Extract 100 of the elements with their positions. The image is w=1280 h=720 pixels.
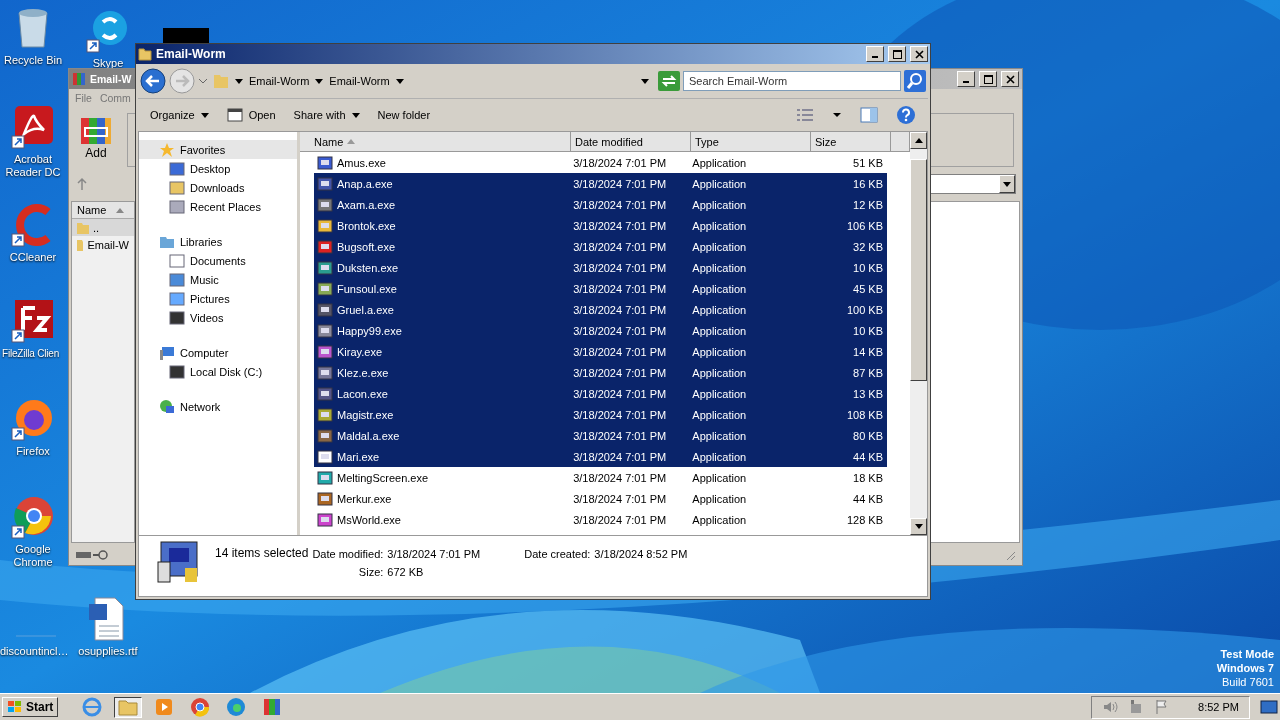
desktop-icon-label[interactable]: Google Chrome <box>0 543 66 569</box>
file-row[interactable]: MsWorld.exe 3/18/2024 7:01 PM Application 128 KB <box>314 509 887 530</box>
taskbar-button[interactable] <box>114 696 143 718</box>
application-icon <box>317 343 333 360</box>
application-icon <box>317 448 333 465</box>
nav-item[interactable]: Computer <box>139 343 297 362</box>
star-icon <box>159 141 175 158</box>
minimize-button[interactable] <box>957 71 975 87</box>
nav-item[interactable]: Desktop <box>139 159 297 178</box>
file-row[interactable]: Lacon.exe 3/18/2024 7:01 PM Application 13 KB <box>314 383 887 404</box>
file-name: Merkur.exe <box>337 492 392 505</box>
back-button[interactable] <box>140 68 166 94</box>
nav-item[interactable]: Libraries <box>139 232 297 251</box>
nav-item[interactable]: Recent Places <box>139 197 297 216</box>
file-name[interactable]: Email-W <box>87 238 129 251</box>
caret-icon[interactable] <box>315 78 324 84</box>
caret-icon[interactable] <box>235 78 243 84</box>
file-row[interactable]: Klez.e.exe 3/18/2024 7:01 PM Application 87 KB <box>314 362 887 383</box>
add-button[interactable]: Add <box>75 114 117 162</box>
file-row[interactable]: Bugsoft.exe 3/18/2024 7:01 PM Application 32 KB <box>314 236 887 257</box>
file-row[interactable]: Funsoul.exe 3/18/2024 7:01 PM Application 45 KB <box>314 278 887 299</box>
menu-button[interactable]: Share with <box>293 109 360 121</box>
file-row[interactable]: Duksten.exe 3/18/2024 7:01 PM Application 10 KB <box>314 257 887 278</box>
scroll-up-icon[interactable] <box>914 138 923 143</box>
nav-item[interactable]: Favorites <box>139 140 297 159</box>
file-name[interactable]: .. <box>93 221 100 234</box>
application-icon <box>317 217 333 234</box>
nav-item[interactable]: Documents <box>139 251 297 270</box>
toolbar-button[interactable]: Open <box>226 108 276 122</box>
desktop-icon-label[interactable]: Skype <box>92 57 124 70</box>
nav-item[interactable]: Downloads <box>139 178 297 197</box>
file-row[interactable]: Kiray.exe 3/18/2024 7:01 PM Application 14 KB <box>314 341 887 362</box>
application-icon <box>317 175 333 192</box>
column-header[interactable]: Type <box>691 132 811 152</box>
drive-key-icon[interactable] <box>75 549 111 561</box>
type-cell: Application <box>692 324 747 337</box>
desktop-icon-label[interactable]: discountincl… <box>0 645 66 658</box>
file-row[interactable]: Anap.a.exe 3/18/2024 7:01 PM Application 16 KB <box>314 173 887 194</box>
caret-icon[interactable] <box>641 78 649 84</box>
maximize-button[interactable] <box>888 46 906 62</box>
vertical-scrollbar[interactable] <box>910 132 927 535</box>
caret-icon[interactable] <box>832 112 842 118</box>
dropdown-button[interactable] <box>999 175 1015 193</box>
type-cell: Application <box>692 387 747 400</box>
show-desktop-button[interactable] <box>1260 699 1278 715</box>
app-shortcut-icon[interactable] <box>10 494 56 540</box>
file-row[interactable]: Mari.exe 3/18/2024 7:01 PM Application 44 KB <box>314 446 887 467</box>
start-button[interactable]: Start <box>2 697 59 717</box>
nav-item[interactable]: Network <box>139 397 297 416</box>
desktop-icon-label[interactable]: Firefox <box>16 445 50 458</box>
nav-item[interactable]: Videos <box>139 308 297 327</box>
toolbar-button[interactable]: New folder <box>377 109 431 121</box>
nav-item[interactable]: Music <box>139 270 297 289</box>
maximize-icon <box>983 74 993 84</box>
desktop-icon-label[interactable]: Acrobat Reader DC <box>0 153 66 179</box>
breadcrumb-item[interactable]: Email-Worm <box>249 75 310 87</box>
refresh-button[interactable] <box>658 71 680 91</box>
file-name: Maldal.a.exe <box>337 429 400 442</box>
desktop-icon-label[interactable]: Recycle Bin <box>3 54 63 67</box>
application-icon <box>317 364 333 381</box>
breadcrumb-item[interactable]: Email-Worm <box>329 75 390 87</box>
file-name: Funsoul.exe <box>337 282 397 295</box>
caret-icon[interactable] <box>395 78 404 84</box>
file-row[interactable]: Magistr.exe 3/18/2024 7:01 PM Application 108 KB <box>314 404 887 425</box>
file-row[interactable]: Gruel.a.exe 3/18/2024 7:01 PM Application 100 KB <box>314 299 887 320</box>
close-button[interactable] <box>1001 71 1019 87</box>
address-combo[interactable] <box>930 174 1016 194</box>
column-header[interactable]: Size <box>811 132 891 152</box>
file-name: MsWorld.exe <box>337 513 401 526</box>
nav-item[interactable]: Pictures <box>139 289 297 308</box>
size-cell: 12 KB <box>853 198 883 211</box>
menu-button[interactable]: Organize <box>150 109 209 121</box>
file-row[interactable]: Axam.a.exe 3/18/2024 7:01 PM Application 12 KB <box>314 194 887 215</box>
column-header[interactable]: Date modified <box>571 132 691 152</box>
app-shortcut-icon[interactable] <box>10 104 56 150</box>
file-row[interactable]: Amus.exe 3/18/2024 7:01 PM Application 51 KB <box>314 152 887 173</box>
file-row[interactable]: Happy99.exe 3/18/2024 7:01 PM Application 10 KB <box>314 320 887 341</box>
column-header[interactable]: Name <box>72 202 134 219</box>
file-row[interactable]: MeltingScreen.exe 3/18/2024 7:01 PM Application 18 KB <box>314 467 887 488</box>
help-icon[interactable] <box>896 105 916 125</box>
search-field[interactable]: Search Email-Worm <box>683 71 901 91</box>
type-cell: Application <box>692 345 747 358</box>
size-cell: 51 KB <box>853 156 883 169</box>
search-icon[interactable] <box>904 70 926 92</box>
desktop-icon-label[interactable]: osupplies.rtf <box>78 645 138 658</box>
file-row[interactable]: Maldal.a.exe 3/18/2024 7:01 PM Application 80 KB <box>314 425 887 446</box>
maximize-button[interactable] <box>979 71 997 87</box>
close-button[interactable] <box>910 46 928 62</box>
resize-grip-icon[interactable] <box>1004 549 1016 561</box>
file-row[interactable]: Merkur.exe 3/18/2024 7:01 PM Application 44 KB <box>314 488 887 509</box>
desktop-icon-label[interactable]: FileZilla Clien <box>2 347 59 360</box>
app-shortcut-icon[interactable] <box>10 298 56 344</box>
column-header[interactable]: Name <box>300 132 571 152</box>
nav-item[interactable]: Local Disk (C:) <box>139 362 297 381</box>
desktop-icon-label[interactable]: CCleaner <box>9 251 57 264</box>
scroll-down-icon[interactable] <box>914 524 923 529</box>
minimize-button[interactable] <box>866 46 884 62</box>
scroll-thumb[interactable] <box>910 159 927 381</box>
clock[interactable]: 8:52 PM <box>1198 701 1239 713</box>
file-row[interactable]: Brontok.exe 3/18/2024 7:01 PM Application 106 KB <box>314 215 887 236</box>
